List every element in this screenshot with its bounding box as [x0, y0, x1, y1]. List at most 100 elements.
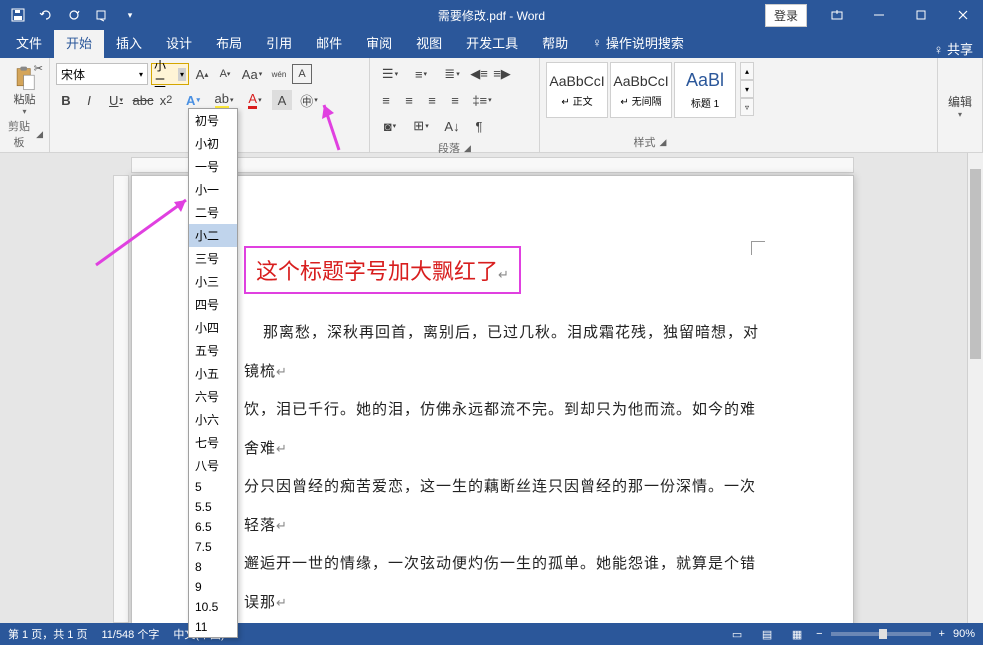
font-size-option[interactable]: 小六 — [189, 408, 237, 431]
justify-icon[interactable]: ≡ — [445, 90, 465, 110]
font-size-option[interactable]: 初号 — [189, 109, 237, 132]
document-body[interactable]: 那离愁，深秋再回首，离别后，已过几秋。泪成霜花残，独留暗想，对镜梳↵ 饮，泪已千… — [244, 314, 763, 623]
close-icon[interactable] — [943, 0, 983, 30]
document-title-text[interactable]: 这个标题字号加大飘红了 — [256, 259, 498, 284]
undo-icon[interactable] — [38, 7, 54, 23]
char-shading-icon[interactable]: A — [272, 90, 292, 110]
increase-indent-icon[interactable]: ≡▶ — [492, 64, 512, 84]
font-size-option[interactable]: 8 — [189, 557, 237, 577]
font-size-combo[interactable]: 小二▾ — [151, 63, 189, 85]
style-scroll-up-icon[interactable]: ▴ — [740, 62, 754, 80]
show-marks-icon[interactable]: ¶ — [469, 116, 489, 136]
phonetic-guide-icon[interactable]: wén — [269, 64, 289, 84]
strikethrough-icon[interactable]: abc — [133, 90, 153, 110]
minimize-icon[interactable] — [859, 0, 899, 30]
font-size-option[interactable]: 五号 — [189, 339, 237, 362]
style-heading1[interactable]: AaBl 标题 1 — [674, 62, 736, 118]
font-size-option[interactable]: 七号 — [189, 431, 237, 454]
font-size-option[interactable]: 六号 — [189, 385, 237, 408]
tab-references[interactable]: 引用 — [254, 27, 304, 58]
ribbon-options-icon[interactable] — [817, 0, 857, 30]
style-scroll-down-icon[interactable]: ▾ — [740, 80, 754, 98]
maximize-icon[interactable] — [901, 0, 941, 30]
paste-label[interactable]: 粘贴 — [14, 91, 36, 107]
tab-design[interactable]: 设计 — [154, 27, 204, 58]
vertical-ruler[interactable] — [113, 175, 129, 623]
font-size-option[interactable]: 小初 — [189, 132, 237, 155]
word-count[interactable]: 11/548 个字 — [101, 626, 159, 642]
line-spacing-icon[interactable]: ‡≡▾ — [468, 90, 496, 110]
tab-insert[interactable]: 插入 — [104, 27, 154, 58]
style-normal[interactable]: AaBbCcI ↵ 正文 — [546, 62, 608, 118]
tab-mailings[interactable]: 邮件 — [304, 27, 354, 58]
enclose-char-icon[interactable]: ㊥▾ — [295, 90, 323, 110]
font-name-combo[interactable]: 宋体▾ — [56, 63, 148, 85]
login-button[interactable]: 登录 — [765, 4, 807, 27]
save-icon[interactable] — [10, 7, 26, 23]
bullets-icon[interactable]: ☰▾ — [376, 64, 404, 84]
style-expand-icon[interactable]: ▿ — [740, 98, 754, 116]
font-size-option[interactable]: 小四 — [189, 316, 237, 339]
font-size-option[interactable]: 小五 — [189, 362, 237, 385]
align-right-icon[interactable]: ≡ — [422, 90, 442, 110]
font-size-dropdown[interactable]: 初号小初一号小一二号小二三号小三四号小四五号小五六号小六七号八号55.56.57… — [188, 108, 238, 638]
shading-icon[interactable]: ◙▾ — [376, 116, 404, 136]
font-size-option[interactable]: 5.5 — [189, 497, 237, 517]
web-layout-icon[interactable]: ▦ — [786, 625, 808, 643]
borders-icon[interactable]: ⊞▾ — [407, 116, 435, 136]
zoom-in-icon[interactable]: + — [939, 628, 945, 640]
cut-icon[interactable]: ✂ — [34, 62, 43, 75]
horizontal-ruler[interactable] — [131, 157, 854, 173]
text-effects-icon[interactable]: A▾ — [179, 90, 207, 110]
grow-font-icon[interactable]: A▴ — [192, 64, 212, 84]
font-size-option[interactable]: 二号 — [189, 201, 237, 224]
underline-icon[interactable]: U▾ — [102, 90, 130, 110]
zoom-level[interactable]: 90% — [953, 628, 975, 640]
styles-launcher-icon[interactable]: ◢ — [660, 137, 667, 148]
font-size-option[interactable]: 三号 — [189, 247, 237, 270]
zoom-out-icon[interactable]: − — [816, 628, 822, 640]
tab-help[interactable]: 帮助 — [530, 27, 580, 58]
multilevel-icon[interactable]: ≣▾ — [438, 64, 466, 84]
qat-more-icon[interactable]: ▾ — [122, 7, 138, 23]
paragraph-launcher-icon[interactable]: ◢ — [464, 143, 471, 154]
align-left-icon[interactable]: ≡ — [376, 90, 396, 110]
char-border-icon[interactable]: A — [292, 64, 312, 84]
editing-label[interactable]: 编辑 — [948, 93, 972, 110]
clipboard-launcher-icon[interactable]: ◢ — [36, 129, 43, 140]
share-button[interactable]: ♀ 共享 — [934, 39, 973, 58]
tell-me-search[interactable]: ♀ 操作说明搜索 — [580, 27, 696, 58]
highlight-icon[interactable]: ab▾ — [210, 90, 238, 110]
font-size-option[interactable]: 小三 — [189, 270, 237, 293]
change-case-icon[interactable]: Aa▾ — [238, 64, 266, 84]
align-center-icon[interactable]: ≡ — [399, 90, 419, 110]
font-size-option[interactable]: 6.5 — [189, 517, 237, 537]
page-count[interactable]: 第 1 页，共 1 页 — [8, 626, 87, 642]
tab-layout[interactable]: 布局 — [204, 27, 254, 58]
vertical-scrollbar[interactable] — [967, 153, 983, 623]
tab-review[interactable]: 审阅 — [354, 27, 404, 58]
tab-file[interactable]: 文件 — [4, 27, 54, 58]
font-color-icon[interactable]: A▾ — [241, 90, 269, 110]
print-layout-icon[interactable]: ▤ — [756, 625, 778, 643]
italic-icon[interactable]: I — [79, 90, 99, 110]
font-size-option[interactable]: 四号 — [189, 293, 237, 316]
font-size-option[interactable]: 10.5 — [189, 597, 237, 617]
scrollbar-thumb[interactable] — [970, 169, 981, 359]
font-size-option[interactable]: 小一 — [189, 178, 237, 201]
font-size-option[interactable]: 八号 — [189, 454, 237, 477]
document-page[interactable]: 这个标题字号加大飘红了↵ 那离愁，深秋再回首，离别后，已过几秋。泪成霜花残，独留… — [131, 175, 854, 623]
font-size-option[interactable]: 7.5 — [189, 537, 237, 557]
bold-icon[interactable]: B — [56, 90, 76, 110]
style-nospacing[interactable]: AaBbCcI ↵ 无间隔 — [610, 62, 672, 118]
zoom-slider[interactable] — [831, 632, 931, 636]
font-size-option[interactable]: 一号 — [189, 155, 237, 178]
sort-icon[interactable]: A↓ — [438, 116, 466, 136]
shrink-font-icon[interactable]: A▾ — [215, 64, 235, 84]
tab-developer[interactable]: 开发工具 — [454, 27, 530, 58]
numbering-icon[interactable]: ≡▾ — [407, 64, 435, 84]
decrease-indent-icon[interactable]: ◀≡ — [469, 64, 489, 84]
qat-icon[interactable] — [94, 7, 110, 23]
tab-home[interactable]: 开始 — [54, 27, 104, 58]
font-size-option[interactable]: 9 — [189, 577, 237, 597]
